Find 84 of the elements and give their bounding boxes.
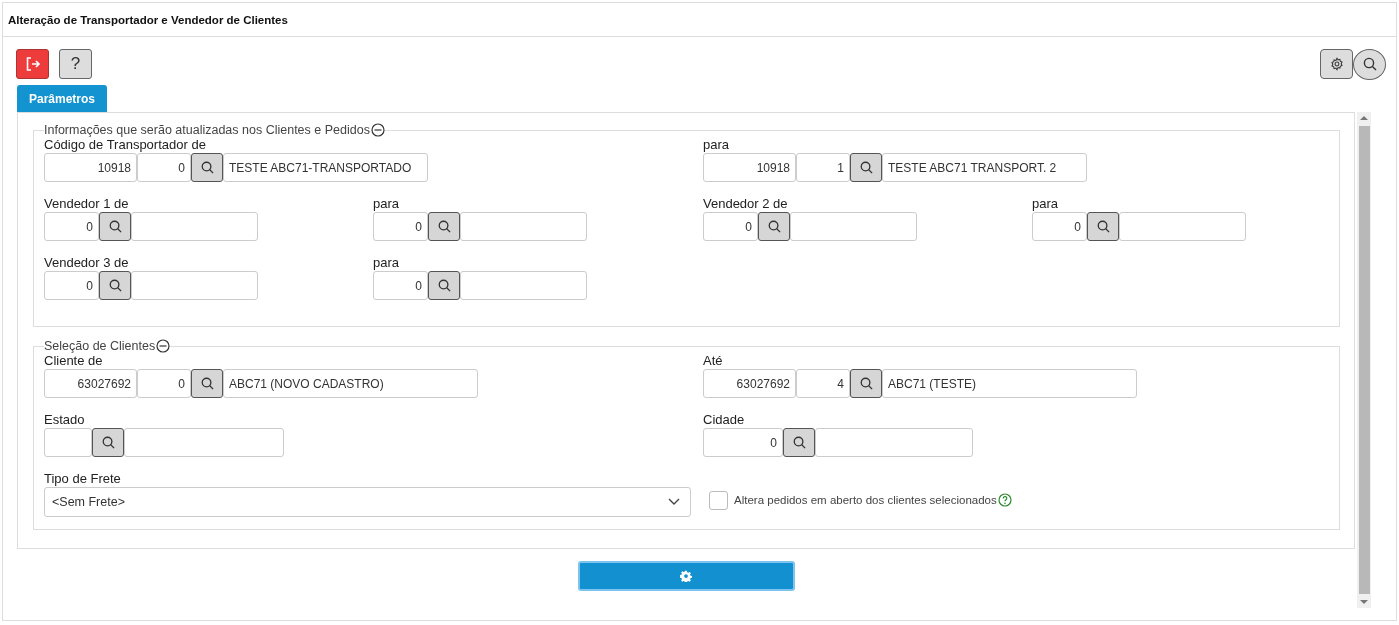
search-icon bbox=[107, 278, 123, 293]
search-button[interactable] bbox=[850, 153, 882, 182]
settings-button[interactable] bbox=[1320, 49, 1353, 79]
search-icon bbox=[436, 219, 452, 234]
field-label: para bbox=[1032, 196, 1060, 212]
search-button[interactable] bbox=[99, 271, 131, 300]
code-field[interactable]: 63027692 bbox=[44, 369, 137, 398]
code-field[interactable]: 10918 bbox=[703, 153, 796, 182]
code-field[interactable]: 0 bbox=[703, 212, 758, 241]
search-button[interactable] bbox=[758, 212, 790, 241]
description-field[interactable] bbox=[1119, 212, 1246, 241]
gear-icon bbox=[680, 570, 692, 582]
code-field[interactable]: 0 bbox=[703, 428, 783, 457]
description-field[interactable] bbox=[131, 212, 258, 241]
description-field[interactable] bbox=[131, 271, 258, 300]
collapse-icon[interactable] bbox=[370, 123, 385, 137]
field-label: para bbox=[703, 137, 731, 153]
code-field[interactable]: 0 bbox=[1032, 212, 1087, 241]
description-field[interactable]: TESTE ABC71-TRANSPORTADO bbox=[223, 153, 428, 182]
field-label: Tipo de Frete bbox=[44, 471, 122, 487]
description-field[interactable] bbox=[460, 212, 587, 241]
collapse-icon[interactable] bbox=[156, 339, 171, 353]
search-button[interactable] bbox=[92, 428, 124, 457]
search-icon bbox=[199, 160, 215, 175]
description-field[interactable] bbox=[815, 428, 973, 457]
code-field[interactable]: 0 bbox=[44, 271, 99, 300]
search-icon bbox=[1095, 219, 1111, 234]
search-button[interactable] bbox=[783, 428, 815, 457]
scrollbar[interactable] bbox=[1357, 112, 1371, 608]
search-icon bbox=[858, 376, 874, 391]
sequence-field[interactable]: 0 bbox=[137, 369, 191, 398]
field-label: Vendedor 3 de bbox=[44, 255, 130, 271]
section-legend: Seleção de Clientes bbox=[44, 339, 156, 353]
field-label: Até bbox=[703, 353, 724, 369]
search-button[interactable] bbox=[1353, 48, 1386, 80]
sequence-field[interactable]: 4 bbox=[796, 369, 850, 398]
field-label: para bbox=[373, 196, 401, 212]
code-field[interactable]: 0 bbox=[373, 212, 428, 241]
field-label: Código de Transportador de bbox=[44, 137, 207, 153]
checkbox[interactable] bbox=[709, 490, 728, 510]
search-icon bbox=[107, 219, 123, 234]
exit-icon bbox=[24, 56, 41, 72]
exit-button[interactable] bbox=[16, 49, 49, 79]
code-field[interactable]: 0 bbox=[373, 271, 428, 300]
field-label: Estado bbox=[44, 412, 86, 428]
freight-select[interactable]: <Sem Frete> bbox=[44, 487, 691, 517]
field-label: Cidade bbox=[703, 412, 746, 428]
description-field[interactable]: ABC71 (TESTE) bbox=[882, 369, 1137, 398]
search-button[interactable] bbox=[428, 212, 460, 241]
search-icon bbox=[858, 160, 874, 175]
search-button[interactable] bbox=[99, 212, 131, 241]
search-button[interactable] bbox=[191, 153, 223, 182]
search-button[interactable] bbox=[1087, 212, 1119, 241]
search-icon bbox=[766, 219, 782, 234]
code-field[interactable] bbox=[44, 428, 92, 457]
search-icon bbox=[791, 435, 807, 450]
search-icon bbox=[199, 376, 215, 391]
description-field[interactable] bbox=[460, 271, 587, 300]
search-button[interactable] bbox=[191, 369, 223, 398]
search-icon bbox=[436, 278, 452, 293]
field-label: para bbox=[373, 255, 401, 271]
search-icon bbox=[1361, 56, 1378, 72]
search-icon bbox=[100, 435, 116, 450]
code-field[interactable]: 0 bbox=[44, 212, 99, 241]
section-legend: Informações que serão atualizadas nos Clientes e Pedidos bbox=[44, 123, 370, 137]
code-field[interactable]: 10918 bbox=[44, 153, 137, 182]
sequence-field[interactable]: 1 bbox=[796, 153, 850, 182]
description-field[interactable] bbox=[790, 212, 917, 241]
help-button[interactable]: ? bbox=[59, 49, 92, 79]
checkbox-label: Altera pedidos em aberto dos clientes selecionados bbox=[734, 494, 997, 506]
search-button[interactable] bbox=[850, 369, 882, 398]
description-field[interactable]: TESTE ABC71 TRANSPORT. 2 bbox=[882, 153, 1087, 182]
sequence-field[interactable]: 0 bbox=[137, 153, 191, 182]
description-field[interactable]: ABC71 (NOVO CADASTRO) bbox=[223, 369, 478, 398]
field-label: Vendedor 2 de bbox=[703, 196, 789, 212]
description-field[interactable] bbox=[124, 428, 284, 457]
field-label: Vendedor 1 de bbox=[44, 196, 130, 212]
search-button[interactable] bbox=[428, 271, 460, 300]
window-title: Alteração de Transportador e Vendedor de Clientes bbox=[8, 13, 288, 26]
code-field[interactable]: 63027692 bbox=[703, 369, 796, 398]
field-label: Cliente de bbox=[44, 353, 104, 369]
chevron-down-icon bbox=[668, 498, 680, 506]
settings-icon bbox=[1329, 57, 1344, 71]
help-icon[interactable] bbox=[997, 493, 1012, 507]
